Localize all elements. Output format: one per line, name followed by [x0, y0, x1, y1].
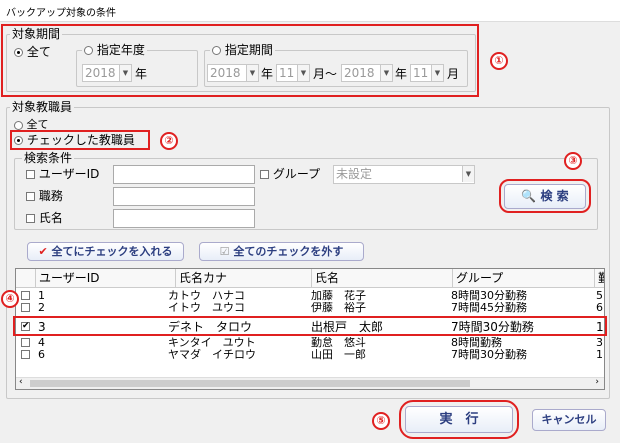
row-checkbox[interactable]: [21, 350, 30, 359]
checkbox-icon: [260, 170, 269, 179]
table-row[interactable]: 6 ヤマダ イチロウ 山田 一郎 7時間30分勤務 1: [16, 349, 604, 360]
annotation-box-2: [10, 130, 150, 150]
header-userid[interactable]: ユーザーID: [36, 269, 176, 288]
userid-checkbox[interactable]: ユーザーID: [26, 167, 99, 181]
window-title: バックアップ対象の条件: [6, 8, 116, 19]
header-kana[interactable]: 氏名カナ: [176, 269, 312, 288]
annotation-box-1: [1, 24, 479, 97]
search-legend: 検索条件: [22, 151, 75, 165]
header-extra[interactable]: 勤: [595, 269, 604, 288]
annotation-box-5: [399, 400, 519, 439]
annotation-badge-3: ③: [564, 152, 582, 170]
annotation-box-3: [499, 179, 591, 213]
table-row[interactable]: 4 キンタイ ユウト 勤怠 悠斗 8時間勤務 3: [16, 337, 604, 348]
annotation-box-4: [13, 316, 607, 336]
check-all-button[interactable]: ✔ 全てにチェックを入れる: [27, 242, 184, 261]
annotation-badge-2: ②: [160, 132, 178, 150]
table-row[interactable]: 1 カトウ ハナコ 加藤 花子 8時間30分勤務 5: [16, 290, 604, 301]
scroll-thumb[interactable]: [30, 380, 470, 387]
group-select[interactable]: 未設定 ▼: [333, 165, 475, 184]
scroll-left-icon[interactable]: ‹: [19, 377, 23, 387]
group-checkbox[interactable]: グループ: [260, 167, 320, 181]
row-checkbox[interactable]: [21, 303, 30, 312]
scroll-right-icon[interactable]: ›: [595, 377, 599, 387]
annotation-badge-4: ④: [1, 290, 19, 308]
table-row[interactable]: 2 イトウ ユウコ 伊藤 裕子 7時間45分勤務 6: [16, 302, 604, 313]
table-header: ユーザーID 氏名カナ 氏名 グループ 勤: [16, 269, 604, 288]
position-checkbox[interactable]: 職務: [26, 189, 63, 203]
name-input[interactable]: [113, 209, 255, 228]
position-input[interactable]: [113, 187, 255, 206]
chevron-down-icon: ▼: [462, 166, 474, 182]
horizontal-scrollbar[interactable]: ‹ ›: [16, 377, 604, 389]
header-group[interactable]: グループ: [453, 269, 595, 288]
checkmark-icon: ✔: [38, 245, 48, 258]
name-checkbox[interactable]: 氏名: [26, 211, 63, 225]
uncheck-icon: ☑: [219, 245, 230, 258]
annotation-badge-5: ⑤: [372, 412, 390, 430]
row-checkbox[interactable]: [21, 291, 30, 300]
header-name[interactable]: 氏名: [312, 269, 453, 288]
staff-legend: 対象教職員: [10, 100, 75, 114]
annotation-badge-1: ①: [490, 52, 508, 70]
uncheck-all-button[interactable]: ☑ 全てのチェックを外す: [199, 242, 364, 261]
checkbox-icon: [26, 214, 35, 223]
checkbox-icon: [26, 170, 35, 179]
cancel-button[interactable]: キャンセル: [532, 409, 606, 431]
userid-input[interactable]: [113, 165, 255, 184]
checkbox-icon: [26, 192, 35, 201]
radio-icon: [14, 120, 23, 130]
title-bar: バックアップ対象の条件: [0, 0, 620, 22]
row-checkbox[interactable]: [21, 338, 30, 347]
